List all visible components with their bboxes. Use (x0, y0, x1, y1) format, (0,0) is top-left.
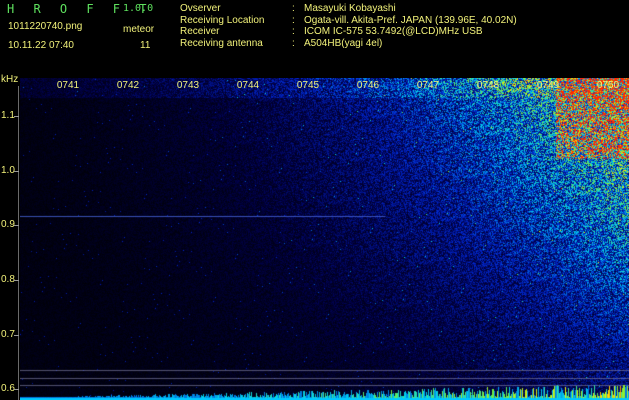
info-value: ICOM IC-575 53.7492(@LCD)MHz USB (304, 26, 483, 37)
y-tick-label: 1.1 (1, 110, 15, 122)
waterfall-spectrogram (20, 78, 629, 400)
info-value: Masayuki Kobayashi (304, 3, 396, 14)
y-tick-label: 0.9 (1, 219, 15, 231)
y-tick-mark (14, 389, 19, 391)
x-tick-label: 0745 (296, 80, 320, 91)
y-axis-label: kHz (1, 74, 19, 85)
y-tick-mark (14, 334, 19, 336)
x-tick-label: 0743 (176, 80, 200, 91)
info-key: Receiving Location (180, 14, 265, 26)
x-tick-label: 0747 (416, 80, 440, 91)
x-tick-label: 0749 (536, 80, 560, 91)
info-key: Receiving antenna (180, 37, 263, 49)
info-key: Receiver (180, 26, 220, 37)
x-tick-label: 0742 (116, 80, 140, 91)
x-tick-label: 0741 (56, 80, 80, 91)
y-tick-mark (14, 279, 19, 281)
app-version: 1.0.0 (123, 3, 154, 14)
y-tick-label: 0.7 (1, 328, 15, 340)
x-tick-label: 0744 (236, 80, 260, 91)
image-filename: 1011220740.png (8, 21, 83, 32)
info-value: Ogata-vill. Akita-Pref. JAPAN (139.96E, … (304, 14, 517, 26)
meteor-count: 11 (140, 40, 151, 51)
info-colon: : (292, 37, 295, 49)
datetime-label: 10.11.22 07:40 (8, 40, 74, 51)
y-tick-mark (14, 116, 19, 118)
y-tick-mark (14, 225, 19, 227)
info-row-observer: Ovserver : Masayuki Kobayashi (180, 3, 517, 15)
x-tick-label: 0748 (476, 80, 500, 91)
info-colon: : (292, 26, 295, 37)
x-tick-label: 0746 (356, 80, 380, 91)
spectrogram-panel (0, 78, 629, 400)
y-tick-label: 0.8 (1, 273, 15, 285)
info-key: Ovserver (180, 3, 221, 14)
y-tick-label: 0.6 (1, 383, 15, 395)
y-tick-mark (14, 170, 19, 172)
mode-label: meteor (123, 24, 155, 35)
station-info: Ovserver : Masayuki Kobayashi Receiving … (180, 3, 517, 49)
info-value: A504HB(yagi 4el) (304, 37, 383, 49)
info-colon: : (292, 14, 295, 26)
y-tick-label: 1.0 (1, 164, 15, 176)
info-row-antenna: Receiving antenna : A504HB(yagi 4el) (180, 38, 517, 50)
info-row-location: Receiving Location : Ogata-vill. Akita-P… (180, 15, 517, 27)
info-row-receiver: Receiver : ICOM IC-575 53.7492(@LCD)MHz … (180, 26, 517, 38)
x-tick-label: 0750 (596, 80, 620, 91)
y-axis-line (18, 86, 19, 400)
header-panel: H R O F F T 1.0.0 1011220740.png meteor … (0, 0, 629, 78)
info-colon: : (292, 3, 295, 14)
